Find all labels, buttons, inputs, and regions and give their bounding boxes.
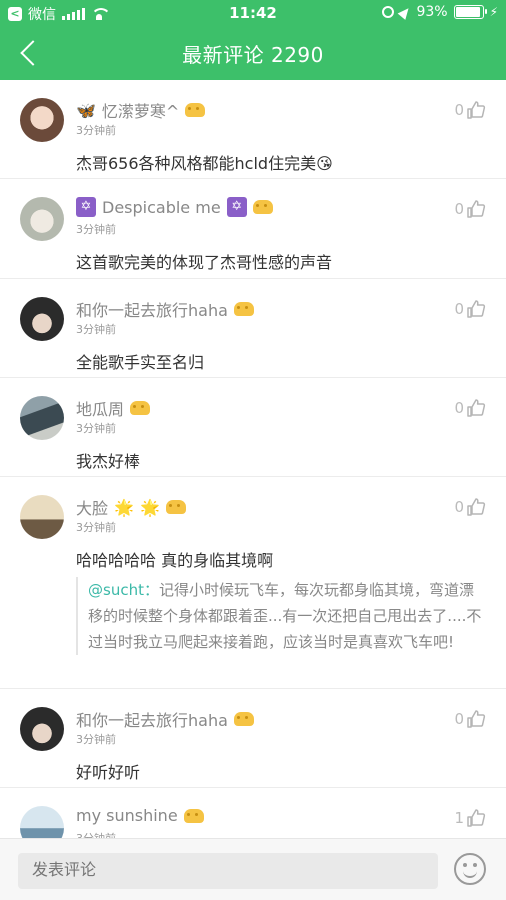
comment-author[interactable]: 🦋 忆潆萝寒^ xyxy=(76,98,206,122)
thumbs-up-icon xyxy=(467,498,486,516)
thumbs-up-icon xyxy=(467,809,486,827)
like-count: 0 xyxy=(454,710,464,728)
vip-badge-icon xyxy=(252,200,273,214)
location-arrow-icon xyxy=(398,4,413,20)
comment-text: 哈哈哈哈哈 真的身临其境啊 xyxy=(76,551,274,570)
page-title: 最新评论 2290 xyxy=(182,43,324,67)
comment-author[interactable]: 地瓜周 xyxy=(76,396,151,420)
vip-badge-icon xyxy=(183,808,204,823)
vip-badge-icon xyxy=(165,500,186,514)
comment-text: 全能歌手实至名归 xyxy=(76,353,205,372)
list-item: 🦋 忆潆萝寒^ 3分钟前 杰哥656各种风格都能hcld住完美😘 0 xyxy=(0,80,506,179)
like-button[interactable]: 0 xyxy=(454,199,486,219)
comment-time: 3分钟前 xyxy=(76,733,116,746)
avatar[interactable] xyxy=(20,197,64,241)
thumbs-up-icon xyxy=(467,200,486,218)
comment-text: 杰哥656各种风格都能hcld住完美😘 xyxy=(76,154,333,173)
author-name: 和你一起去旅行haha xyxy=(76,711,228,730)
like-count: 0 xyxy=(454,399,464,417)
thumbs-up-icon xyxy=(467,399,486,417)
thumbs-up-icon xyxy=(467,300,486,318)
star-of-david-icon: ✡ xyxy=(76,197,96,217)
avatar[interactable] xyxy=(20,297,64,341)
comment-list[interactable]: 🦋 忆潆萝寒^ 3分钟前 杰哥656各种风格都能hcld住完美😘 0 ✡ Des… xyxy=(0,80,506,838)
comment-time: 3分钟前 xyxy=(76,830,116,838)
header: < 微信 11:42 93% ⚡ 最新评论 2290 xyxy=(0,0,506,80)
comment-author[interactable]: ✡ Despicable me ✡ xyxy=(76,197,273,217)
list-item: 地瓜周 3分钟前 我杰好棒 0 xyxy=(0,378,506,477)
comment-time: 3分钟前 xyxy=(76,124,116,137)
comment-input[interactable] xyxy=(18,853,438,889)
list-item: 和你一起去旅行haha 3分钟前 全能歌手实至名归 0 xyxy=(0,279,506,378)
avatar[interactable] xyxy=(20,98,64,142)
author-name: Despicable me xyxy=(102,197,221,217)
rotation-lock-icon xyxy=(382,6,395,18)
emoji-icon[interactable] xyxy=(454,853,486,885)
like-button[interactable]: 0 xyxy=(454,100,486,120)
sparkle-icon: 🌟 xyxy=(139,497,160,517)
comment-text: 我杰好棒 xyxy=(76,452,141,471)
vip-badge-icon xyxy=(185,103,206,117)
vip-badge-icon xyxy=(130,401,151,415)
comment-time: 3分钟前 xyxy=(76,223,116,236)
battery-icon xyxy=(453,5,487,19)
nav-bar: 最新评论 2290 xyxy=(0,26,506,80)
like-button[interactable]: 1 xyxy=(454,808,486,828)
like-count: 0 xyxy=(454,300,464,318)
vip-badge-icon xyxy=(233,712,254,726)
quoted-reply[interactable]: @sucht：记得小时候玩飞车，每次玩都身临其境，弯道漂移的时候整个身体都跟着歪… xyxy=(76,577,486,655)
list-item: my sunshine 3分钟前 1 xyxy=(0,788,506,838)
reply-mention[interactable]: @sucht： xyxy=(88,581,159,599)
battery-fill xyxy=(455,7,480,17)
comment-author[interactable]: my sunshine xyxy=(76,806,204,825)
thumbs-up-icon xyxy=(467,710,486,728)
status-right: 93% ⚡ xyxy=(382,4,498,20)
author-name: 大脸 xyxy=(76,499,109,518)
list-item: 和你一起去旅行haha 3分钟前 好听好听 0 xyxy=(0,689,506,788)
comment-author[interactable]: 和你一起去旅行haha xyxy=(76,707,254,731)
comment-time: 3分钟前 xyxy=(76,323,116,336)
author-name: 地瓜周 xyxy=(76,400,125,419)
like-button[interactable]: 0 xyxy=(454,497,486,517)
like-button[interactable]: 0 xyxy=(454,398,486,418)
like-count: 0 xyxy=(454,101,464,119)
avatar[interactable] xyxy=(20,495,64,539)
author-name: my sunshine xyxy=(76,806,178,825)
comment-time: 3分钟前 xyxy=(76,521,116,534)
status-bar: < 微信 11:42 93% ⚡ xyxy=(0,0,506,26)
like-count: 1 xyxy=(454,809,464,827)
thumbs-up-icon xyxy=(467,101,486,119)
author-name: 忆潆萝寒^ xyxy=(101,102,180,121)
like-button[interactable]: 0 xyxy=(454,709,486,729)
list-item: ✡ Despicable me ✡ 3分钟前 这首歌完美的体现了杰哥性感的声音 … xyxy=(0,179,506,279)
like-button[interactable]: 0 xyxy=(454,299,486,319)
vip-badge-icon xyxy=(233,302,254,316)
comment-author[interactable]: 大脸 🌟 🌟 xyxy=(76,495,186,519)
avatar[interactable] xyxy=(20,396,64,440)
avatar[interactable] xyxy=(20,707,64,751)
comment-text: 好听好听 xyxy=(76,763,141,782)
comment-input-bar xyxy=(0,838,506,900)
comment-text: 这首歌完美的体现了杰哥性感的声音 xyxy=(76,253,333,272)
list-item: 大脸 🌟 🌟 3分钟前 哈哈哈哈哈 真的身临其境啊 0 @sucht：记得小时候… xyxy=(0,477,506,689)
comment-author[interactable]: 和你一起去旅行haha xyxy=(76,297,254,321)
like-count: 0 xyxy=(454,498,464,516)
comment-time: 3分钟前 xyxy=(76,422,116,435)
butterfly-icon: 🦋 xyxy=(76,100,96,120)
battery-percent: 93% xyxy=(416,4,448,20)
sparkle-icon: 🌟 xyxy=(114,497,134,517)
charging-bolt-icon: ⚡ xyxy=(489,5,498,19)
avatar[interactable] xyxy=(20,806,64,838)
like-count: 0 xyxy=(454,200,464,218)
author-name: 和你一起去旅行haha xyxy=(76,301,228,320)
star-of-david-icon: ✡ xyxy=(226,197,247,217)
